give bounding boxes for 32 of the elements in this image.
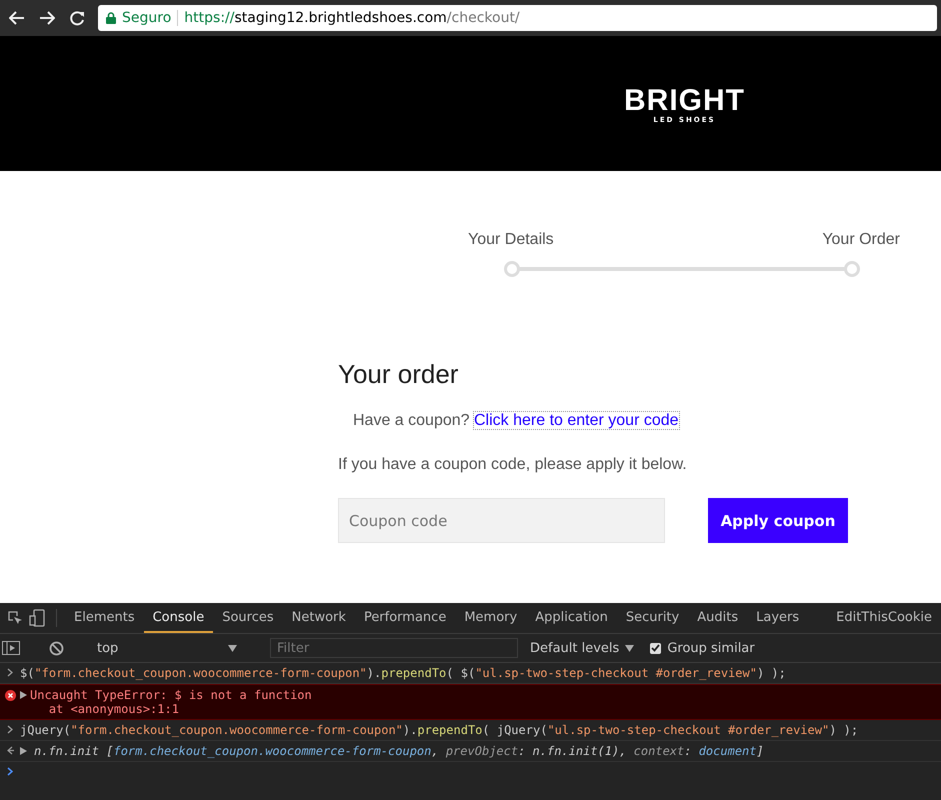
coupon-link[interactable]: Click here to enter your code	[474, 412, 679, 429]
devtools-tab[interactable]: Performance	[354, 603, 456, 633]
coupon-code-field[interactable]: Coupon code	[338, 498, 665, 543]
apply-coupon-button[interactable]: Apply coupon	[708, 498, 848, 543]
address-bar[interactable]: Seguro https://staging12.brightledshoes.com/checkout/	[98, 5, 937, 31]
coupon-prompt: Have a coupon?	[353, 412, 470, 429]
devtools-tab[interactable]: Layers	[747, 603, 808, 633]
devtools-tab[interactable]: Memory	[455, 603, 526, 633]
security-label: Seguro	[122, 10, 172, 26]
devtools-tab[interactable]: Application	[526, 603, 617, 633]
step-label: Your Order	[822, 231, 900, 249]
order-title: Your order	[338, 359, 460, 390]
url-text: https://staging12.brightledshoes.com/checkout/	[184, 10, 520, 26]
log-levels-dropdown[interactable]: Default levels	[530, 640, 620, 656]
step-label: Your Details	[468, 231, 554, 249]
filter-field[interactable]: Filter	[270, 638, 518, 658]
group-similar-label: Group similar	[667, 640, 755, 656]
console-result: n.fn.init [form.checkout_coupon.woocommerce-form-coupon, prevObject: n.fn.init(1), context: document]	[34, 744, 764, 758]
error-message: Uncaught TypeError: $ is not a function	[30, 688, 312, 702]
devtools-tab[interactable]: Sources	[213, 603, 283, 633]
devtools-tab[interactable]: Audits	[688, 603, 748, 633]
logo-title: BRIGHT	[624, 86, 745, 116]
context-dropdown[interactable]: top	[93, 640, 241, 656]
coupon-info: If you have a coupon code, please apply it below.	[338, 456, 688, 474]
devtools-tab[interactable]: Elements	[65, 603, 144, 633]
devtools-tab[interactable]: Security	[616, 603, 688, 633]
console-command: jQuery("form.checkout_coupon.woocommerce-form-coupon").prependTo( jQuery("ul.sp-two-step-checkout #order_review") );	[20, 723, 858, 737]
devtools-tab[interactable]: Network	[282, 603, 355, 633]
devtools-tab[interactable]: EditThisCookie	[827, 603, 941, 633]
devtools-tab[interactable]: Console	[144, 603, 214, 633]
console-command: $("form.checkout_coupon.woocommerce-form-coupon").prependTo( $("ul.sp-two-step-checkout #order_review") );	[20, 666, 786, 680]
error-location: at <anonymous>:1:1	[48, 702, 180, 716]
